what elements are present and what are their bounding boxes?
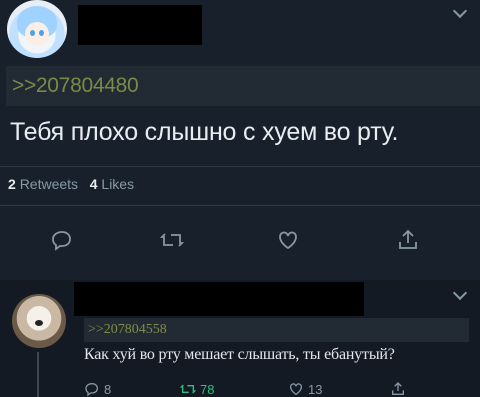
quote-reference: >>207804480 [6, 66, 480, 106]
avatar-eye [30, 30, 35, 36]
divider [0, 166, 480, 167]
quote-ref-text: >>207804558 [88, 322, 167, 337]
share-icon [392, 382, 404, 395]
share-button[interactable] [396, 228, 420, 252]
like-count: 13 [308, 381, 323, 397]
tweet-stats: 2 Retweets 4 Likes [8, 176, 134, 192]
avatar-face [25, 22, 49, 46]
avatar-eye [39, 30, 44, 36]
retweet-button[interactable]: 78 [180, 381, 214, 397]
retweets-count[interactable]: 2 [8, 176, 16, 192]
divider [0, 205, 480, 206]
avatar[interactable] [12, 294, 66, 348]
reply-count: 8 [104, 381, 112, 397]
retweet-icon [180, 384, 196, 394]
like-button[interactable] [276, 228, 300, 252]
likes-count[interactable]: 4 [90, 176, 98, 192]
tweet-text: Как хуй во рту мешает слышать, ты ебанут… [84, 346, 395, 363]
reply-icon [52, 231, 71, 251]
chevron-down-icon[interactable] [452, 3, 468, 19]
reply-button[interactable] [50, 228, 74, 252]
retweet-button[interactable] [160, 228, 184, 252]
heart-icon [290, 383, 302, 396]
reply-icon [85, 382, 99, 397]
tweet-actions [0, 228, 480, 252]
share-button[interactable] [390, 381, 406, 397]
retweet-icon [160, 233, 184, 247]
retweet-count: 78 [200, 381, 215, 397]
reply-tweet: >>207804558 Как хуй во рту мешает слышат… [0, 280, 480, 397]
quote-reference: >>207804558 [84, 318, 469, 342]
quote-ref-text: >>207804480 [12, 74, 139, 97]
avatar-nose [35, 320, 43, 326]
redacted-username [74, 282, 364, 316]
likes-label[interactable]: Likes [101, 176, 134, 192]
reply-button[interactable]: 8 [84, 381, 111, 397]
redacted-username [78, 5, 202, 45]
main-tweet: >>207804480 Тебя плохо слышно с хуем во … [0, 0, 480, 280]
tweet-text: Тебя плохо слышно с хуем во рту. [10, 118, 399, 146]
retweets-label[interactable]: Retweets [20, 176, 78, 192]
like-button[interactable]: 13 [288, 381, 322, 397]
avatar[interactable] [7, 0, 67, 58]
chevron-down-icon[interactable] [452, 285, 468, 301]
share-icon [399, 229, 417, 249]
heart-icon [279, 231, 297, 250]
tweet-actions: 8 78 13 [84, 381, 474, 397]
thread-line [37, 352, 39, 397]
